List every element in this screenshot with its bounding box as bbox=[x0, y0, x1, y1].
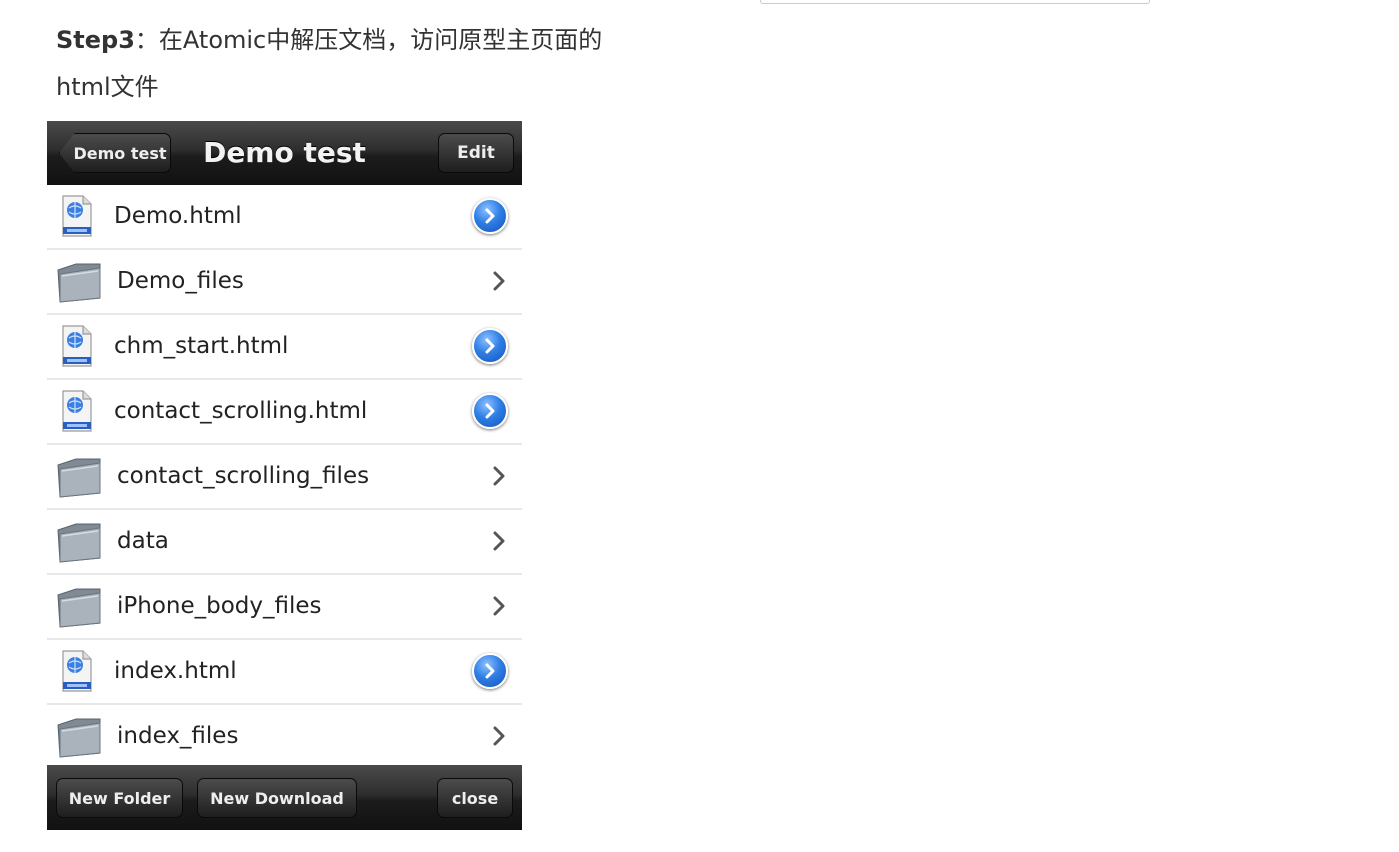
detail-disclosure-button[interactable] bbox=[472, 653, 508, 689]
phone-screenshot: Demo test Demo test Edit Demo.html Demo_f… bbox=[47, 121, 522, 830]
file-name-label: chm_start.html bbox=[114, 333, 289, 359]
chevron-right-icon bbox=[492, 530, 506, 552]
html-file-icon bbox=[60, 650, 94, 692]
folder-icon bbox=[56, 262, 102, 304]
file-list-row[interactable]: chm_start.html bbox=[47, 315, 522, 380]
chevron-right-icon bbox=[492, 270, 506, 292]
close-button[interactable]: close bbox=[437, 778, 513, 818]
detail-disclosure-button[interactable] bbox=[472, 393, 508, 429]
step-label: Step3 bbox=[56, 26, 135, 54]
file-name-label: iPhone_body_files bbox=[117, 593, 322, 619]
new-folder-button[interactable]: New Folder bbox=[56, 778, 183, 818]
folder-icon bbox=[56, 457, 102, 499]
folder-icon bbox=[56, 522, 102, 564]
html-file-icon bbox=[60, 325, 94, 367]
file-list-row[interactable]: index.html bbox=[47, 640, 522, 705]
file-name-label: contact_scrolling_files bbox=[117, 463, 370, 489]
file-name-label: Demo.html bbox=[114, 203, 242, 229]
file-list-row[interactable]: contact_scrolling.html bbox=[47, 380, 522, 445]
file-name-label: index.html bbox=[114, 658, 237, 684]
edit-button[interactable]: Edit bbox=[438, 133, 514, 173]
top-border-strip bbox=[760, 0, 1150, 4]
file-list-row[interactable]: Demo_files bbox=[47, 250, 522, 315]
step-text: ：在Atomic中解压文档，访问原型主页面的 bbox=[134, 26, 603, 54]
new-download-button[interactable]: New Download bbox=[197, 778, 357, 818]
detail-disclosure-button[interactable] bbox=[472, 198, 508, 234]
chevron-right-icon bbox=[492, 465, 506, 487]
file-list-row[interactable]: index_files bbox=[47, 705, 522, 770]
chevron-right-icon bbox=[492, 595, 506, 617]
navigation-bar: Demo test Demo test Edit bbox=[47, 121, 522, 185]
html-file-icon bbox=[60, 195, 94, 237]
folder-icon bbox=[56, 717, 102, 759]
file-name-label: data bbox=[117, 528, 169, 554]
file-name-label: contact_scrolling.html bbox=[114, 398, 368, 424]
bottom-toolbar: New Folder New Download close bbox=[47, 765, 522, 830]
file-list-row[interactable]: data bbox=[47, 510, 522, 575]
folder-icon bbox=[56, 587, 102, 629]
file-list-row[interactable]: contact_scrolling_files bbox=[47, 445, 522, 510]
html-file-icon bbox=[60, 390, 94, 432]
chevron-right-icon bbox=[492, 725, 506, 747]
file-list-row[interactable]: Demo.html bbox=[47, 185, 522, 250]
detail-disclosure-button[interactable] bbox=[472, 328, 508, 364]
file-name-label: index_files bbox=[117, 723, 239, 749]
step-instruction-line1: Step3：在Atomic中解压文档，访问原型主页面的 bbox=[56, 24, 602, 56]
file-name-label: Demo_files bbox=[117, 268, 244, 294]
file-list: Demo.html Demo_files chm_start.htmlcontact… bbox=[47, 185, 522, 770]
file-list-row[interactable]: iPhone_body_files bbox=[47, 575, 522, 640]
step-instruction-line2: html文件 bbox=[56, 73, 159, 101]
